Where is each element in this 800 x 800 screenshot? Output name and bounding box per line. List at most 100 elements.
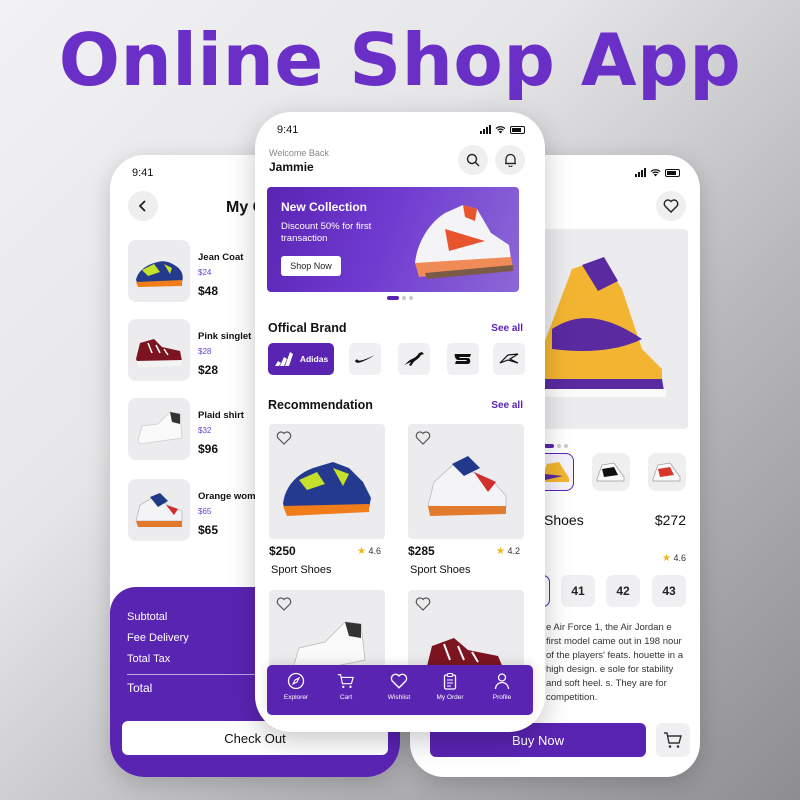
back-button[interactable] — [128, 191, 158, 221]
bell-icon — [504, 153, 516, 167]
nav-wishlist[interactable]: Wishlist — [374, 672, 424, 701]
recommendation-see-all-link[interactable]: See all — [491, 400, 523, 411]
chevron-left-icon — [138, 200, 146, 212]
rating-value: 4.6 — [673, 553, 686, 563]
product-image — [128, 319, 190, 381]
cart-item-size: $32 — [198, 426, 212, 435]
adidas-icon — [274, 352, 293, 366]
product-name: Shoes — [544, 512, 584, 528]
rating-value: 4.6 — [368, 546, 381, 556]
cart-item-name: Jean Coat — [198, 252, 244, 263]
subtotal-label: Subtotal — [127, 611, 168, 623]
banner-shoe-image — [415, 205, 513, 279]
product-image — [283, 462, 371, 516]
nav-cart[interactable]: Cart — [321, 672, 371, 701]
welcome-text: Welcome Back — [269, 148, 329, 158]
wifi-icon — [650, 169, 661, 177]
cart-item-size: $65 — [198, 507, 212, 516]
notification-button[interactable] — [495, 145, 525, 175]
shop-now-button[interactable]: Shop Now — [281, 256, 341, 276]
hero-title: Online Shop App — [58, 18, 742, 102]
product-name: Sport Shoes — [271, 564, 332, 576]
reebok-icon — [499, 353, 519, 364]
size-option[interactable]: 41 — [561, 575, 595, 607]
star-icon: ★ — [357, 546, 366, 557]
product-card[interactable] — [269, 424, 385, 539]
compass-icon — [287, 672, 305, 690]
size-option[interactable]: 43 — [652, 575, 686, 607]
status-time: 9:41 — [132, 167, 154, 179]
product-price: $250 — [269, 544, 296, 558]
cart-item-price: $65 — [198, 523, 219, 537]
search-icon — [466, 153, 480, 167]
nav-explorer[interactable]: Explorer — [271, 672, 321, 701]
banner-subtitle: Discount 50% for first transaction — [281, 221, 372, 244]
puma-icon — [404, 352, 424, 366]
nike-icon — [355, 355, 375, 363]
user-icon — [494, 673, 510, 690]
product-hero-image — [542, 229, 688, 429]
search-button[interactable] — [458, 145, 488, 175]
banner-title: New Collection — [281, 200, 368, 214]
promo-banner[interactable]: New Collection Discount 50% for first tr… — [267, 187, 519, 292]
cart-item-name: Plaid shirt — [198, 410, 244, 421]
cart-item-price: $96 — [198, 442, 219, 456]
skechers-icon — [454, 354, 471, 364]
star-icon: ★ — [496, 546, 505, 557]
fee-delivery-label: Fee Delivery — [127, 632, 189, 644]
favorite-button[interactable] — [656, 191, 686, 221]
image-pager[interactable] — [544, 444, 568, 448]
nav-label: Profile — [492, 694, 512, 701]
thumbnail-2[interactable] — [592, 453, 630, 491]
heart-icon — [415, 431, 431, 445]
status-icons — [480, 125, 525, 134]
battery-icon — [665, 168, 680, 177]
add-to-cart-button[interactable] — [656, 723, 690, 757]
status-bar: 9:41 — [277, 124, 525, 138]
bottom-navigation: Explorer Cart Wishlist My Order Profile — [267, 665, 533, 715]
nav-my-order[interactable]: My Order — [425, 672, 475, 701]
brand-skechers[interactable] — [447, 343, 479, 375]
battery-icon — [510, 125, 525, 134]
size-option[interactable]: 42 — [606, 575, 640, 607]
brand-reebok[interactable] — [493, 343, 525, 375]
status-time: 9:41 — [277, 124, 299, 136]
heart-icon — [415, 597, 431, 611]
nav-label: Wishlist — [387, 694, 411, 701]
total-label: Total — [127, 681, 153, 695]
cart-item-price: $28 — [198, 363, 219, 377]
brands-title: Offical Brand — [268, 321, 347, 335]
cart-icon — [664, 732, 682, 748]
product-image — [128, 240, 190, 302]
star-icon: ★ — [662, 553, 671, 564]
product-image — [128, 479, 190, 541]
product-price: $285 — [408, 544, 435, 558]
home-screen: 9:41 Welcome Back Jammie New Collection … — [255, 112, 545, 732]
brand-adidas[interactable]: Adidas — [268, 343, 334, 375]
product-description: e Air Force 1, the Air Jordan e first mo… — [546, 622, 684, 703]
product-rating: ★ 4.2 — [496, 546, 520, 557]
nav-label: My Order — [436, 694, 464, 701]
brand-puma[interactable] — [398, 343, 430, 375]
product-card[interactable] — [408, 424, 524, 539]
product-rating: ★ 4.6 — [357, 546, 381, 557]
brand-label: Adidas — [299, 354, 329, 364]
cart-icon — [337, 674, 354, 689]
brands-see-all-link[interactable]: See all — [491, 323, 523, 334]
heart-icon — [663, 199, 679, 213]
product-rating: ★ 4.6 — [662, 553, 686, 564]
heart-icon — [276, 431, 292, 445]
wifi-icon — [495, 126, 506, 134]
brand-nike[interactable] — [349, 343, 381, 375]
nav-label: Explorer — [283, 694, 309, 701]
user-name: Jammie — [269, 160, 314, 174]
nav-profile[interactable]: Profile — [477, 672, 527, 701]
signal-icon — [635, 168, 646, 177]
clipboard-icon — [443, 672, 457, 690]
recommendation-title: Recommendation — [268, 398, 373, 412]
cart-item-size: $28 — [198, 347, 212, 356]
status-icons — [635, 168, 680, 177]
product-image — [427, 456, 507, 516]
thumbnail-3[interactable] — [648, 453, 686, 491]
banner-pager[interactable] — [387, 296, 413, 300]
